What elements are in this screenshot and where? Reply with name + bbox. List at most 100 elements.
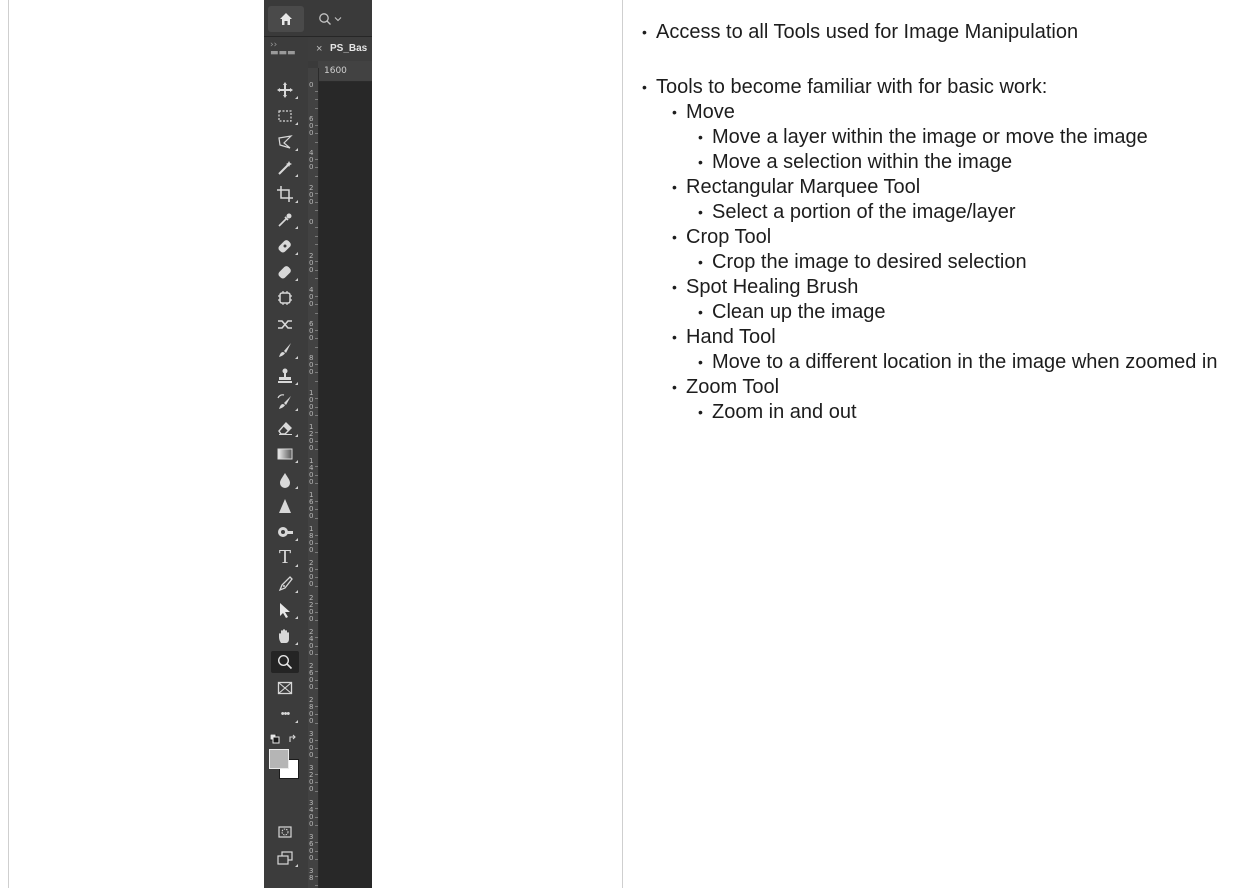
list-item: Hand Tool	[672, 325, 1246, 350]
swap-colors-icon	[289, 734, 296, 742]
crop-tool-icon	[277, 186, 293, 202]
tools-panel: ›› ▬▬▬ T •••	[264, 37, 309, 888]
ruler-minor-tick	[315, 99, 318, 101]
ruler-minor-tick	[315, 474, 318, 476]
blur-tool[interactable]	[271, 469, 299, 491]
zoom-tool-icon	[277, 654, 293, 670]
ruler-minor-tick	[315, 645, 318, 647]
hand-tool[interactable]	[271, 625, 299, 647]
frame-tool[interactable]	[271, 677, 299, 699]
frame-tool-icon	[277, 681, 293, 695]
magic-wand-tool[interactable]	[271, 157, 299, 179]
clone-stamp-tool[interactable]	[271, 365, 299, 387]
ruler-tick-label: 1 8 0 0	[309, 525, 314, 555]
ruler-minor-tick	[315, 380, 318, 382]
ruler-minor-tick	[315, 329, 318, 331]
zoom-tool[interactable]	[271, 651, 299, 673]
history-brush-tool[interactable]	[271, 391, 299, 413]
content-aware-move-tool[interactable]	[271, 313, 299, 335]
ruler-minor-tick	[315, 551, 318, 553]
column-divider	[622, 0, 623, 888]
home-icon	[280, 13, 292, 25]
ruler-minor-tick	[315, 714, 318, 716]
ruler-minor-tick	[315, 124, 318, 126]
ruler-tick-label: 3 6 0 0	[309, 832, 314, 862]
type-tool[interactable]: T	[271, 547, 299, 569]
spot-healing-brush-icon	[278, 240, 291, 253]
ruler-minor-tick	[315, 748, 318, 750]
move-tool-icon	[277, 82, 293, 98]
ruler-tick-label: 2 8 0 0	[309, 696, 314, 725]
ruler-minor-tick	[315, 141, 318, 143]
close-icon[interactable]: ×	[316, 43, 322, 55]
rectangular-marquee-tool[interactable]	[271, 105, 299, 127]
ruler-minor-tick	[315, 611, 318, 613]
pen-tool[interactable]	[271, 573, 299, 595]
move-tool[interactable]	[271, 79, 299, 101]
ruler-minor-tick	[315, 585, 318, 587]
ruler-minor-tick	[315, 534, 318, 536]
healing-brush-tool[interactable]	[271, 261, 299, 283]
ruler-tick-label: 3 2 0 0	[309, 764, 314, 794]
home-button[interactable]	[268, 6, 304, 32]
ruler-minor-tick	[315, 346, 318, 348]
ruler-minor-tick	[315, 483, 318, 485]
sharpen-tool[interactable]	[271, 495, 299, 517]
quick-mask-icon	[278, 826, 292, 838]
ruler-minor-tick	[315, 338, 318, 340]
ruler-minor-tick	[315, 620, 318, 622]
ruler-tick-label: 2 4 0 0	[309, 627, 314, 657]
ruler-minor-tick	[315, 825, 318, 827]
ruler-minor-tick	[315, 372, 318, 374]
gradient-tool[interactable]	[271, 443, 299, 465]
document-tab[interactable]: × PS_Bas	[308, 37, 372, 62]
patch-tool[interactable]	[271, 287, 299, 309]
quick-mask-mode[interactable]	[271, 821, 299, 843]
ruler-minor-tick	[315, 739, 318, 741]
ruler-minor-tick	[315, 671, 318, 673]
ruler-minor-tick	[315, 876, 318, 878]
ruler-minor-tick	[315, 363, 318, 365]
dodge-tool[interactable]	[271, 521, 299, 543]
ruler-minor-tick	[315, 227, 318, 229]
ruler-minor-tick	[315, 167, 318, 169]
ruler-minor-tick	[315, 543, 318, 545]
default-swap-colors[interactable]	[270, 733, 302, 745]
collapse-panel-icon[interactable]: ›› ▬▬▬	[270, 41, 300, 58]
ruler-minor-tick	[315, 688, 318, 690]
ruler-minor-tick	[315, 107, 318, 109]
list-item: Rectangular Marquee Tool	[672, 175, 1246, 200]
ruler-minor-tick	[315, 705, 318, 707]
foreground-color-swatch[interactable]	[269, 749, 289, 769]
ps-app-bar	[264, 0, 372, 37]
ruler-tick-label: 1 2 0 0	[309, 422, 314, 452]
ruler-minor-tick	[315, 304, 318, 306]
brush-tool[interactable]	[271, 339, 299, 361]
eraser-tool[interactable]	[271, 417, 299, 439]
screen-mode[interactable]	[271, 847, 299, 869]
ruler-minor-tick	[315, 193, 318, 195]
path-selection-tool[interactable]	[271, 599, 299, 621]
list-item: Clean up the image	[698, 300, 1246, 325]
ruler-minor-tick	[315, 756, 318, 758]
document-canvas[interactable]	[319, 82, 372, 888]
ruler-minor-tick	[315, 603, 318, 605]
list-item: Spot Healing Brush	[672, 275, 1246, 300]
spot-healing-brush-tool[interactable]	[271, 235, 299, 257]
ruler-minor-tick	[315, 244, 318, 246]
color-swatches[interactable]	[269, 749, 301, 781]
sharpen-tool-icon	[279, 499, 291, 513]
ruler-minor-tick	[315, 415, 318, 417]
eyedropper-tool[interactable]	[271, 209, 299, 231]
lasso-tool[interactable]	[271, 131, 299, 153]
list-item: Select a portion of the image/layer	[698, 200, 1246, 225]
ruler-minor-tick	[315, 500, 318, 502]
lasso-tool-icon	[278, 135, 293, 149]
search-button[interactable]	[318, 8, 358, 30]
ruler-tick-label: 2 6 0 0	[309, 661, 314, 691]
crop-tool[interactable]	[271, 183, 299, 205]
more-tools[interactable]: •••	[271, 703, 299, 725]
tools-heading-bullet: Tools to become familiar with for basic …	[642, 75, 1246, 100]
pen-tool-icon	[278, 576, 293, 592]
ruler-minor-tick	[315, 432, 318, 434]
